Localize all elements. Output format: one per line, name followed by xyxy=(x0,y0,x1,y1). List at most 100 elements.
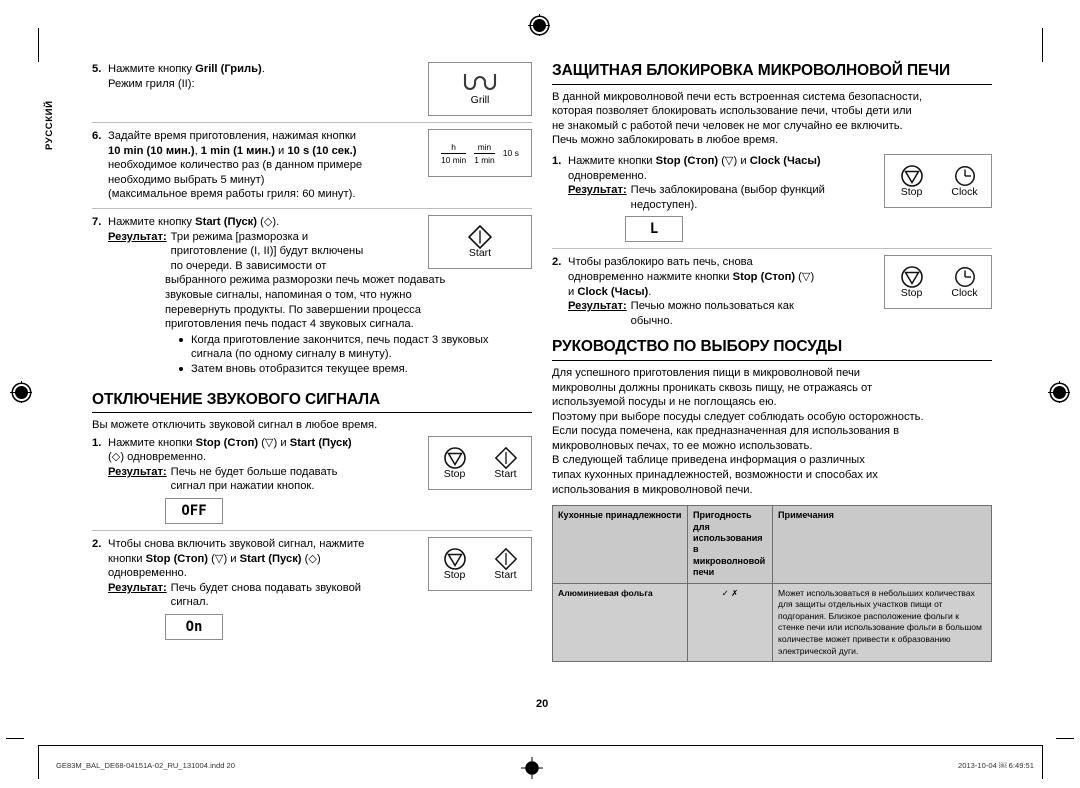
table-cell-utensil-name: Алюминиевая фольга xyxy=(552,582,688,663)
clock-icon-1 xyxy=(946,164,983,188)
sound-step-1-result-line-0: Печь не будет больше подавать xyxy=(170,465,338,478)
step-7-start-label: Start (Пуск) xyxy=(195,215,257,228)
cookware-table-body: Алюминиевая фольга ✓ ✗ Может использоват… xyxy=(552,582,992,663)
step-6-line3: необходимое количество раз (в данном при… xyxy=(108,159,363,172)
stop-key-caption-2: Stop xyxy=(443,569,466,582)
lock-step-2-line3-prefix: и xyxy=(568,285,578,298)
display-lock-box: L xyxy=(625,216,683,243)
stop-icon-3 xyxy=(893,164,930,188)
lock-intro-line-3: Печь можно заблокировать в любое время. xyxy=(552,134,779,147)
stop-key-caption-3: Stop xyxy=(900,185,923,198)
clock-face-icon-2 xyxy=(954,267,975,288)
lock-step-1-stop-label: Stop (Стоп) xyxy=(655,154,719,167)
lock-step-2-result-line-0: Печью можно пользоваться как xyxy=(630,300,794,313)
stop-circle-triangle-icon-2 xyxy=(443,548,466,570)
cookware-section: РУКОВОДСТВО ПО ВЫБОРУ ПОСУДЫ Для успешно… xyxy=(552,338,992,663)
stop-clock-key-box-1: Stop Clock xyxy=(884,153,992,208)
step-7-bullet-1: Затем вновь отобразится текущее время. xyxy=(179,362,532,377)
cookware-line-5: микроволновых печах, то ее можно использ… xyxy=(552,439,813,452)
lock-step-2-result: Результат: Печью можно пользоваться как … xyxy=(568,299,878,328)
table-cell-suitability: ✓ ✗ xyxy=(687,582,773,663)
lock-step-1-result-text: Печь заблокирована (выбор функций недост… xyxy=(631,183,825,212)
time-key-10min: h 10 min xyxy=(441,142,467,165)
stop-circle-triangle-icon xyxy=(443,446,466,469)
clock-icon-2 xyxy=(946,265,983,289)
manual-page: РУССКИЙ 5. Нажмите кнопку Grill (Гриль).… xyxy=(0,0,1080,788)
step-6-line5: (максимальное время работы гриля: 60 мин… xyxy=(108,188,356,201)
step-7-number: 7. xyxy=(92,215,102,228)
clock-key-2: Clock xyxy=(946,265,983,299)
start-key-caption: Start xyxy=(468,246,492,259)
lock-step-2: 2. Чтобы разблокиро вать печь, снова одн… xyxy=(552,255,992,328)
grill-key-box: Grill xyxy=(428,62,532,116)
lock-intro-line-1: которая позволяет блокировать использова… xyxy=(552,105,912,118)
step-5-number: 5. xyxy=(92,63,102,75)
stop-key-2: Stop xyxy=(437,547,472,581)
footer-tick-left xyxy=(38,745,39,779)
left-column: 5. Нажмите кнопку Grill (Гриль). Режим г… xyxy=(92,62,532,641)
lock-step-1-result-line-0: Печь заблокирована (выбор функций xyxy=(630,184,825,197)
stop-key-3: Stop xyxy=(893,164,930,198)
lock-step-2-line2-suffix: (▽) xyxy=(795,270,815,283)
step-5-grill-label: Grill (Гриль) xyxy=(195,63,262,75)
step-5: 5. Нажмите кнопку Grill (Гриль). Режим г… xyxy=(92,62,532,116)
step-6-text: Задайте время приготовления, нажимая кно… xyxy=(108,129,422,202)
lock-step-1-result-line-1: недоступен). xyxy=(630,198,698,211)
lock-step-2-line2-prefix: одновременно нажмите кнопки xyxy=(568,270,733,283)
lock-step-2-art: Stop Clock xyxy=(884,255,992,310)
step-7-result-line-2: по очереди. В зависимости от xyxy=(170,259,327,272)
step-6: 6. Задайте время приготовления, нажимая … xyxy=(92,129,532,202)
sound-step-1-line2: (◇) одновременно. xyxy=(108,451,207,464)
step-7-result-line-1: приготовление (I, II)] будут включены xyxy=(170,245,364,258)
step-7-result-line-4: звуковые сигналы, напоминая о том, что н… xyxy=(165,288,412,301)
display-lock-value: L xyxy=(649,221,659,238)
sound-step-1-result-text: Печь не будет больше подавать сигнал при… xyxy=(171,465,338,494)
step-6-art: h 10 min min 1 min 10 s xyxy=(428,129,532,177)
stop-circle-triangle-icon-3 xyxy=(900,165,923,187)
step-6-line4: необходимо выбрать 5 минут) xyxy=(108,173,265,186)
stop-start-key-box-1: Stop Start xyxy=(428,435,532,490)
footer-registration-mark xyxy=(521,757,543,779)
time-key-1min-top: min xyxy=(474,142,495,154)
step-7-result: Результат: Три режима [разморозка и приг… xyxy=(108,230,422,274)
start-icon-2 xyxy=(488,547,523,571)
stop-icon-2 xyxy=(437,547,472,571)
start-key-box: Start xyxy=(428,214,532,269)
sound-section-intro: Вы можете отключить звуковой сигнал в лю… xyxy=(92,419,378,432)
lock-step-1-result: Результат: Печь заблокирована (выбор фун… xyxy=(568,183,878,212)
table-header-utensils: Кухонные принадлежности xyxy=(552,505,688,584)
sound-step-2-result-text: Печь будет снова подавать звуковой сигна… xyxy=(171,581,361,610)
step-5-line1-prefix: Нажмите кнопку xyxy=(108,63,196,75)
display-on-box: On xyxy=(165,614,223,641)
clock-key-caption-2: Clock xyxy=(951,287,978,300)
start-diamond-icon-1 xyxy=(494,446,517,469)
step-7-result-line-3: выбранного режима разморозки печь может … xyxy=(165,274,446,287)
language-side-tab: РУССКИЙ xyxy=(44,100,55,151)
lock-step-1: 1. Нажмите кнопки Stop (Стоп) (▽) и Cloc… xyxy=(552,153,992,243)
sound-step-2-text: Чтобы снова включить звуковой сигнал, на… xyxy=(108,537,422,641)
sound-step-1-result: Результат: Печь не будет больше подавать… xyxy=(108,465,422,494)
sound-step-1-line1-mid: (▽) и xyxy=(258,436,290,449)
table-header-suitability: Пригодность для использования в микровол… xyxy=(687,505,773,584)
table-row: Алюминиевая фольга ✓ ✗ Может использоват… xyxy=(552,582,992,663)
cookware-line-0: Для успешного приготовления пищи в микро… xyxy=(552,366,861,379)
sound-step-2-line3: одновременно. xyxy=(108,567,187,580)
divider-after-step-5 xyxy=(92,122,532,123)
cookware-section-paragraph: Для успешного приготовления пищи в микро… xyxy=(552,366,992,497)
lock-step-2-number: 2. xyxy=(552,256,562,269)
table-header-notes: Примечания xyxy=(772,505,992,584)
stop-icon-4 xyxy=(893,265,930,289)
time-key-10s: 10 s xyxy=(502,148,519,158)
cookware-table: Кухонные принадлежности Пригодность для … xyxy=(552,505,992,663)
table-cell-note: Может использоваться в небольших количес… xyxy=(772,582,992,663)
lock-step-1-number: 1. xyxy=(552,154,562,167)
start-key-caption-1: Start xyxy=(494,467,517,480)
divider-after-lock-step-1 xyxy=(552,248,992,250)
cookware-section-heading: РУКОВОДСТВО ПО ВЫБОРУ ПОСУДЫ xyxy=(552,338,992,361)
step-6-key-10s: 10 s (10 сек.) xyxy=(287,144,357,157)
cookware-line-2: используемой посуды и не поглощаясь ею. xyxy=(552,396,777,409)
step-6-number: 6. xyxy=(92,130,102,142)
clock-key-1: Clock xyxy=(946,164,983,198)
step-7-bullets: Когда приготовление закончится, печь под… xyxy=(165,333,532,377)
display-on-value: On xyxy=(185,619,203,636)
